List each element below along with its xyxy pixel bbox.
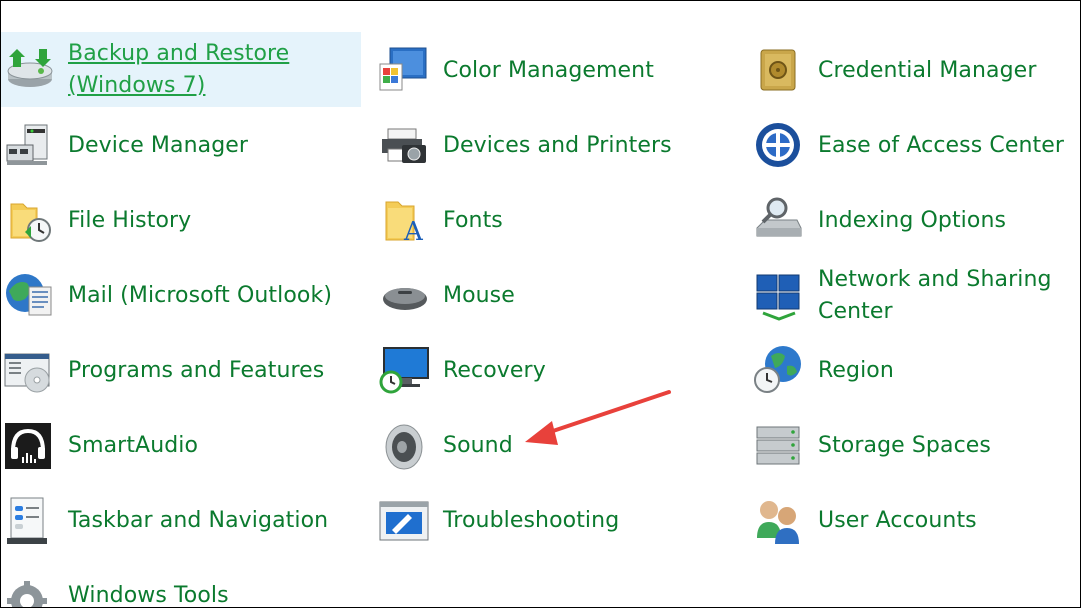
item-troubleshooting[interactable]: Troubleshooting (376, 484, 736, 558)
indexing-icon (756, 197, 802, 237)
item-backup-restore[interactable]: Backup and Restore (Windows 7) (1, 32, 361, 107)
control-panel-window: Backup and Restore (Windows 7) Device Ma… (0, 0, 1081, 608)
item-taskbar-navigation[interactable]: Taskbar and Navigation (1, 484, 361, 558)
item-label: Device Manager (68, 133, 249, 158)
network-icon (756, 274, 800, 321)
item-label: Indexing Options (818, 208, 1007, 233)
item-label: Taskbar and Navigation (68, 508, 329, 533)
item-color-management[interactable]: Color Management (376, 34, 736, 108)
item-smartaudio[interactable]: SmartAudio (1, 409, 361, 483)
color-management-icon (379, 47, 427, 91)
users-icon (757, 501, 799, 544)
troubleshooting-icon (379, 501, 429, 541)
item-sound[interactable]: Sound (376, 409, 736, 483)
item-fonts[interactable]: A Fonts (376, 184, 736, 258)
storage-spaces-icon (756, 426, 800, 465)
item-storage-spaces[interactable]: Storage Spaces (751, 409, 1080, 483)
mail-icon (6, 274, 52, 316)
mouse-icon (383, 288, 427, 310)
item-mouse[interactable]: Mouse (376, 259, 736, 333)
device-manager-icon (6, 124, 48, 165)
item-label: Network and Sharing Center (818, 267, 1052, 324)
item-label: Storage Spaces (818, 433, 991, 458)
item-label: User Accounts (818, 508, 977, 533)
item-devices-printers[interactable]: Devices and Printers (376, 109, 736, 183)
item-device-manager[interactable]: Device Manager (1, 109, 361, 183)
item-label: Sound (443, 433, 513, 458)
item-mail[interactable]: Mail (Microsoft Outlook) (1, 259, 361, 333)
item-credential-manager[interactable]: Credential Manager (751, 34, 1080, 108)
fonts-folder-icon: A (385, 201, 424, 247)
item-label: Fonts (443, 208, 503, 233)
svg-text:A: A (403, 217, 424, 247)
vault-icon (760, 49, 796, 91)
item-label: Troubleshooting (443, 508, 620, 533)
taskbar-icon (7, 497, 47, 544)
item-ease-of-access[interactable]: Ease of Access Center (751, 109, 1080, 183)
item-label: Mail (Microsoft Outlook) (68, 283, 333, 308)
item-indexing-options[interactable]: Indexing Options (751, 184, 1080, 258)
item-recovery[interactable]: Recovery (376, 334, 736, 408)
speaker-icon (385, 424, 423, 470)
ease-of-access-icon (756, 123, 800, 167)
item-user-accounts[interactable]: User Accounts (751, 484, 1080, 558)
item-windows-tools[interactable]: Windows Tools (1, 559, 361, 608)
item-network-sharing[interactable]: Network and Sharing Center (751, 259, 1080, 333)
item-label: Mouse (443, 283, 515, 308)
item-file-history[interactable]: File History (1, 184, 361, 258)
item-label: Backup and Restore (Windows 7) (68, 40, 290, 98)
headphones-icon (5, 423, 51, 469)
item-label: Color Management (443, 58, 654, 83)
item-label: SmartAudio (68, 433, 199, 458)
programs-features-icon (4, 353, 50, 393)
item-label: Credential Manager (818, 58, 1037, 83)
item-label: Devices and Printers (443, 133, 672, 158)
recovery-icon (379, 347, 429, 394)
item-label: Windows Tools (68, 583, 229, 608)
item-label: Ease of Access Center (818, 133, 1065, 158)
item-label: Programs and Features (68, 358, 325, 383)
gear-icon (7, 581, 47, 607)
item-programs-features[interactable]: Programs and Features (1, 334, 361, 408)
item-label: Region (818, 358, 894, 383)
item-label: Recovery (443, 358, 546, 383)
backup-restore-icon (7, 48, 53, 87)
file-history-icon (10, 203, 51, 242)
item-label: File History (68, 208, 192, 233)
item-region[interactable]: Region (751, 334, 1080, 408)
printer-icon (382, 128, 426, 163)
globe-clock-icon (754, 346, 801, 393)
